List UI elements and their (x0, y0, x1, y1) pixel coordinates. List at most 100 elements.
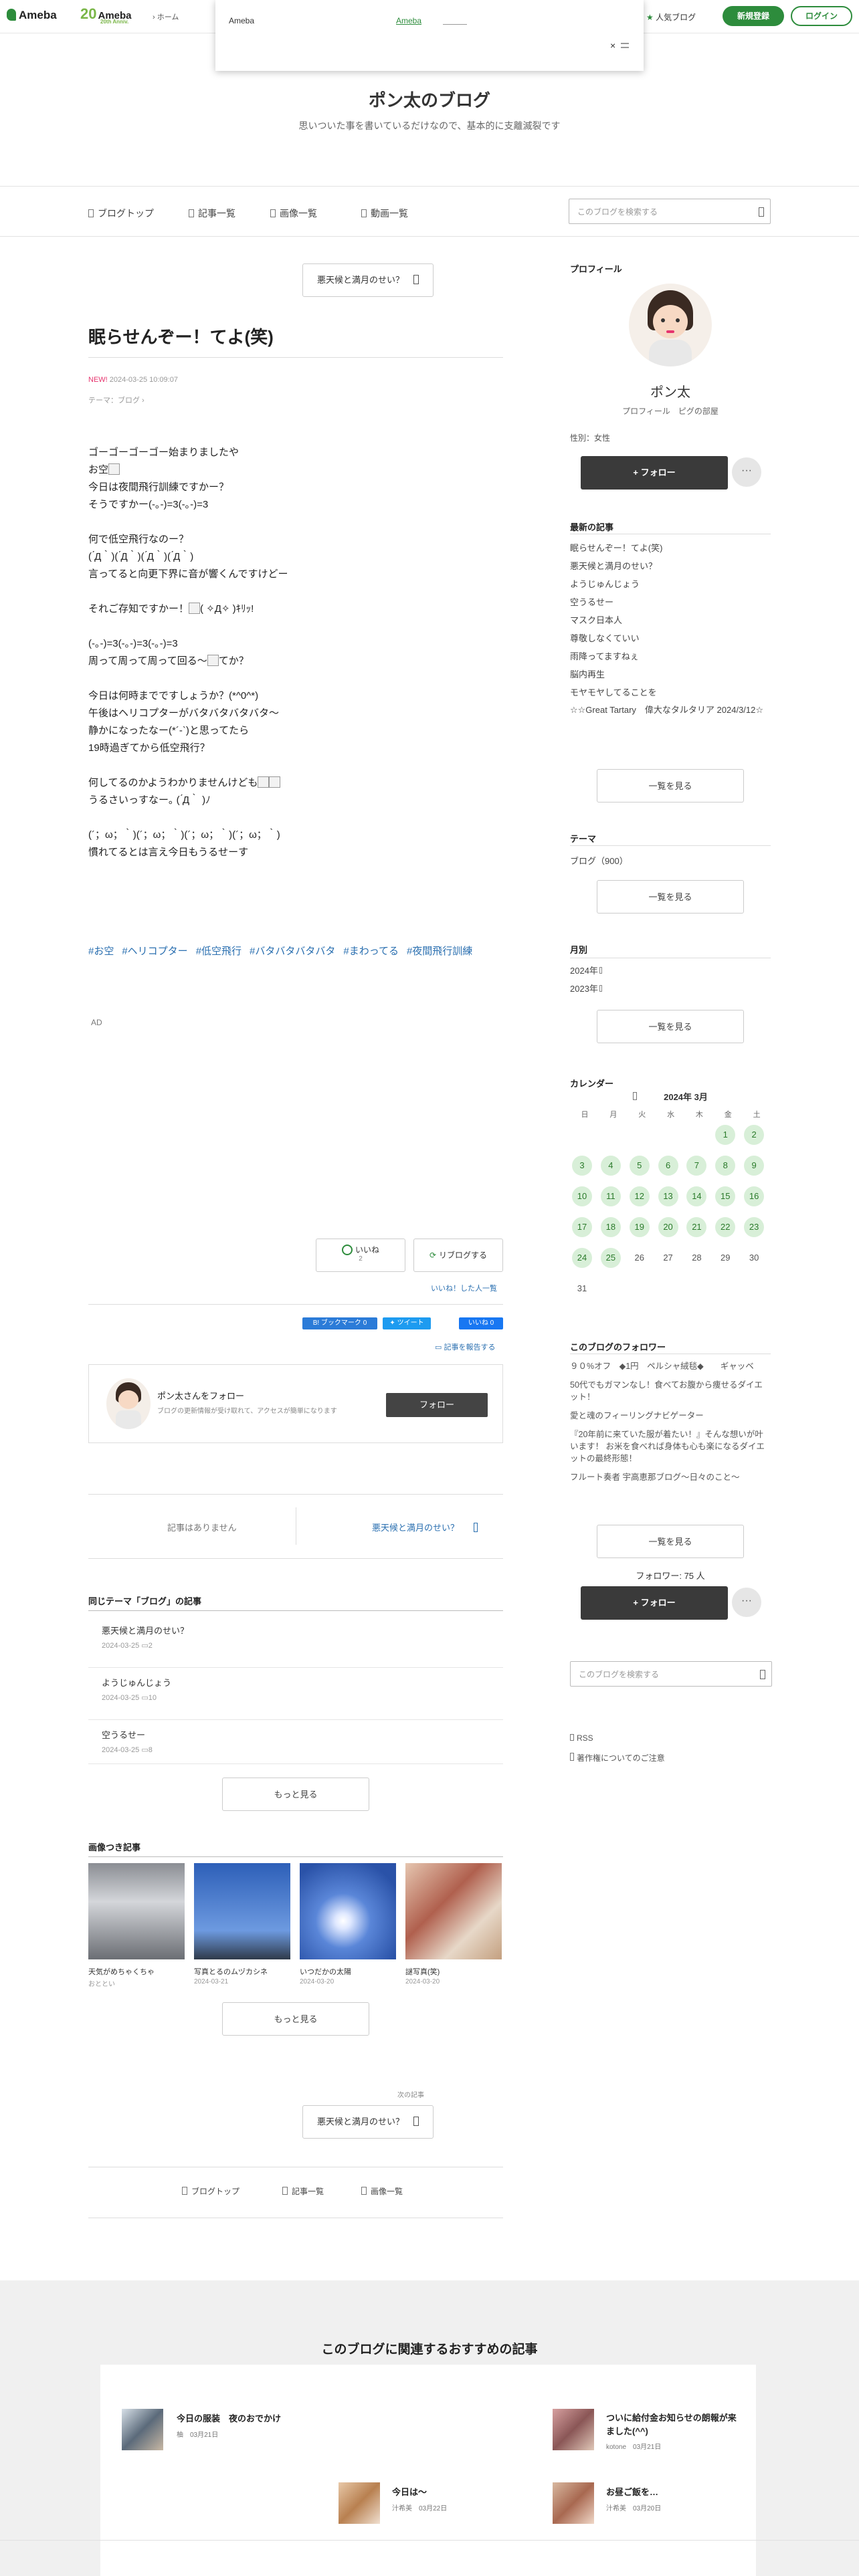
reblog-button[interactable]: ⟳ リブログする (413, 1239, 503, 1272)
profile-link[interactable]: プロフィール (622, 407, 670, 416)
recent-item[interactable]: ようじゅんじょう (570, 575, 771, 593)
follower-item[interactable]: 50代でもガマンなし！食べてお腹から痩せるダイエット！ (570, 1379, 771, 1403)
calendar-day[interactable]: 21 (686, 1217, 707, 1237)
recommend-title-item[interactable]: ついに給付金お知らせの朗報が来ました(^^) (606, 2411, 740, 2438)
pager-next-link[interactable]: 悪天候と満月のせい？ (372, 1521, 478, 1533)
more-options-icon[interactable]: ··· (732, 1588, 761, 1617)
hashtag[interactable]: #低空飛行 (196, 946, 242, 957)
same-theme-item[interactable]: 悪天候と満月のせい？ 2024-03-25 ▭2 (88, 1618, 503, 1668)
calendar-day[interactable]: 18 (600, 1217, 621, 1237)
hashtag[interactable]: #ヘリコプター (122, 946, 187, 957)
prev-article-button[interactable]: 悪天候と満月のせい？ (302, 263, 434, 297)
popular-blog-link[interactable]: ★ 人気ブログ (646, 11, 696, 23)
calendar-day[interactable]: 22 (715, 1217, 736, 1237)
blog-search-input[interactable]: このブログを検索する (569, 199, 771, 224)
calendar-day[interactable]: 19 (629, 1217, 650, 1237)
month-item[interactable]: 2023年 (570, 980, 771, 998)
next-article-button[interactable]: 悪天候と満月のせい？ (302, 2105, 434, 2139)
login-button[interactable]: ログイン (791, 6, 852, 26)
image-article-title[interactable]: 写真とるのムヅカシネ (194, 1966, 290, 1977)
recent-item[interactable]: 雨降ってますねぇ (570, 647, 771, 665)
calendar-day[interactable]: 24 (572, 1248, 592, 1268)
recommend-thumb[interactable] (553, 2409, 594, 2450)
hashtag[interactable]: #お空 (88, 946, 114, 957)
profile-name[interactable]: ポン太 (570, 381, 771, 401)
hashtag[interactable]: #夜間飛行訓練 (407, 946, 472, 957)
calendar-day[interactable]: 2 (744, 1125, 765, 1145)
hashtag[interactable]: #バタバタバタバタ (250, 946, 335, 957)
calendar-day[interactable]: 8 (715, 1156, 736, 1176)
article-title[interactable]: 眠らせんぞー！てよ(笑) (88, 324, 274, 348)
bottom-nav-blog-top[interactable]: ブログトップ (182, 2185, 240, 2197)
image-articles-more-button[interactable]: もっと見る (222, 2002, 369, 2036)
image-article-thumb[interactable] (194, 1863, 290, 1959)
recent-item[interactable]: ☆☆Great Tartary 偉大なタルタリア 2024/3/12☆ (570, 704, 771, 716)
same-theme-item[interactable]: ようじゅんじょう 2024-03-25 ▭10 (88, 1671, 503, 1720)
month-more-button[interactable]: 一覧を見る (597, 1010, 744, 1043)
calendar-day[interactable]: 10 (572, 1186, 592, 1206)
recent-item[interactable]: モヤモヤしてることを (570, 683, 771, 702)
room-link[interactable]: ピグの部屋 (678, 407, 719, 416)
signup-button[interactable]: 新規登録 (723, 6, 784, 26)
image-article-thumb[interactable] (88, 1863, 185, 1959)
hatena-bookmark-button[interactable]: B! ブックマーク 0 (302, 1317, 377, 1329)
popup-close-icon[interactable]: × (610, 40, 615, 51)
same-theme-item-title[interactable]: 悪天候と満月のせい？ (102, 1624, 189, 1636)
profile-avatar[interactable] (629, 284, 712, 366)
follower-item[interactable]: 『20年前に来ていた服が着たい！』そんな想いが叶います！ お米を食べれば身体も心… (570, 1428, 771, 1465)
bottom-nav-article-list[interactable]: 記事一覧 (282, 2185, 324, 2197)
popup-menu-icon[interactable] (621, 43, 629, 48)
recent-more-button[interactable]: 一覧を見る (597, 769, 744, 802)
nav-article-list[interactable]: 記事一覧 (189, 207, 235, 220)
sidebar-search-input[interactable]: このブログを検索する (570, 1661, 772, 1687)
article-theme[interactable]: テーマ：ブログ › (88, 395, 145, 405)
more-options-icon[interactable]: ··· (732, 457, 761, 487)
author-avatar[interactable] (106, 1378, 151, 1429)
calendar-day[interactable]: 3 (572, 1156, 592, 1176)
follower-item[interactable]: 愛と魂のフィーリングナビゲーター (570, 1410, 771, 1422)
recent-item[interactable]: マスク日本人 (570, 611, 771, 629)
recent-item[interactable]: 悪天候と満月のせい？ (570, 557, 771, 575)
home-link[interactable]: › ホーム (153, 11, 179, 22)
calendar-prev-icon[interactable] (633, 1092, 638, 1100)
follower-item[interactable]: ９０%オフ ◆1円 ペルシャ絨毯◆ ギャッベ (570, 1360, 771, 1372)
calendar-day[interactable]: 25 (600, 1248, 621, 1268)
calendar-day[interactable]: 14 (686, 1186, 707, 1206)
calendar-day[interactable]: 13 (658, 1186, 678, 1206)
like-button[interactable]: いいね 2 (316, 1239, 405, 1272)
image-article-thumb[interactable] (405, 1863, 502, 1959)
nav-video-list[interactable]: 動画一覧 (361, 207, 408, 220)
nav-image-list[interactable]: 画像一覧 (270, 207, 317, 220)
same-theme-item-title[interactable]: 空うるせー (102, 1728, 145, 1741)
recommend-title-item[interactable]: お昼ご飯を… (606, 2485, 658, 2498)
image-article-thumb[interactable] (300, 1863, 396, 1959)
rss-link[interactable]: RSS (570, 1733, 593, 1743)
follow-card-button[interactable]: フォロー (386, 1393, 488, 1417)
followers-more-button[interactable]: 一覧を見る (597, 1525, 744, 1558)
recent-item[interactable]: 脳内再生 (570, 665, 771, 683)
calendar-day[interactable]: 5 (629, 1156, 650, 1176)
calendar-day[interactable]: 1 (715, 1125, 736, 1145)
ameba-logo[interactable]: Ameba (7, 9, 57, 22)
calendar-day[interactable]: 9 (744, 1156, 765, 1176)
recent-item[interactable]: 尊敬しなくていい (570, 629, 771, 647)
report-link[interactable]: ▭ 記事を報告する (435, 1341, 495, 1352)
image-article-title[interactable]: 天気がめちゃくちゃ (88, 1966, 185, 1977)
recent-item[interactable]: 空うるせー (570, 593, 771, 611)
sidebar-follow-button[interactable]: + フォロー (581, 456, 728, 490)
ameba-anniversary-logo[interactable]: 20 Ameba 20th Anniv. (80, 5, 132, 25)
recommend-thumb[interactable] (553, 2482, 594, 2524)
recent-item[interactable]: 眠らせんぞー！てよ(笑) (570, 539, 771, 557)
theme-item[interactable]: ブログ（900） (570, 852, 771, 870)
follower-item[interactable]: フルート奏者 宇高恵那ブログ〜日々のこと〜 (570, 1471, 771, 1483)
recommend-thumb[interactable] (339, 2482, 380, 2524)
popup-link[interactable]: Ameba (396, 16, 421, 25)
image-article-title[interactable]: いつだかの太陽 (300, 1966, 396, 1977)
hashtag[interactable]: #まわってる (343, 946, 399, 957)
calendar-day[interactable]: 6 (658, 1156, 678, 1176)
search-icon[interactable] (760, 1670, 765, 1679)
blog-title[interactable]: ポン太のブログ (0, 87, 859, 112)
calendar-day[interactable]: 12 (629, 1186, 650, 1206)
like-users-link[interactable]: いいね！した人一覧 (431, 1283, 497, 1293)
same-theme-item[interactable]: 空うるせー 2024-03-25 ▭8 (88, 1723, 503, 1764)
